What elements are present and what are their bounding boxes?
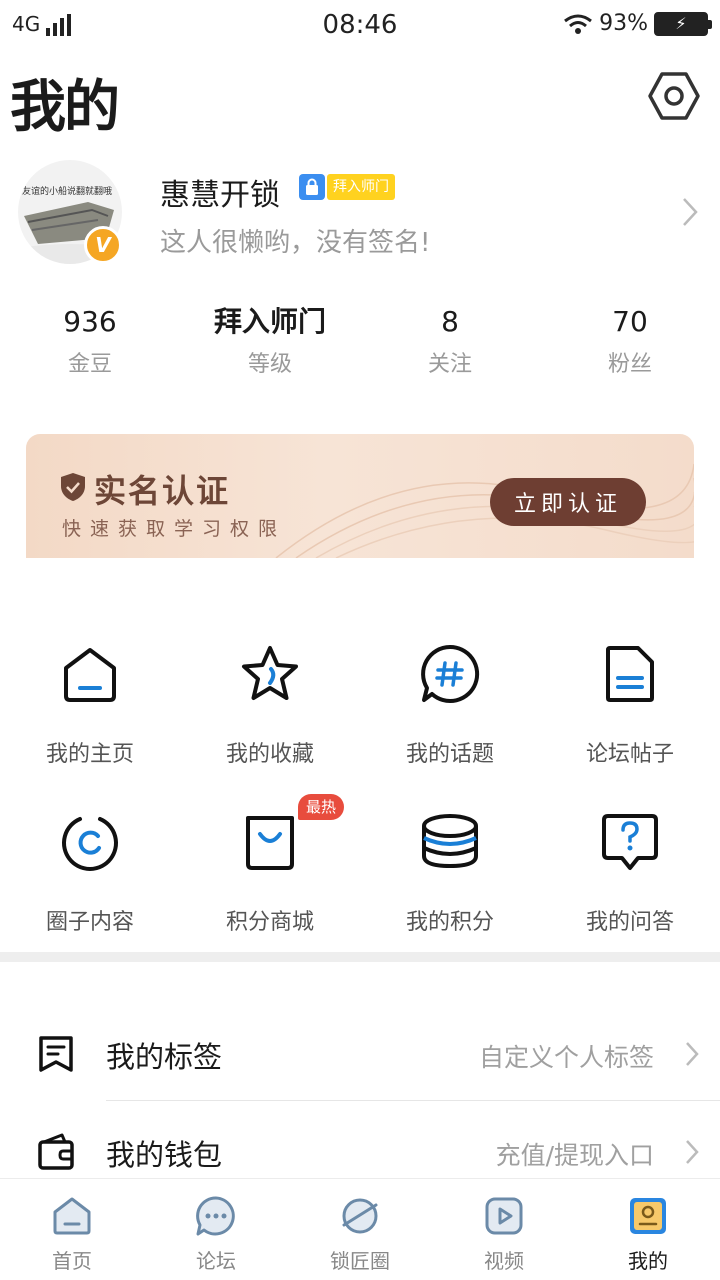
grid-label: 我的主页	[45, 742, 134, 767]
list-divider	[106, 1100, 720, 1101]
nav-label: 锁匠圈	[330, 1249, 390, 1273]
stat-value: 936	[63, 305, 117, 338]
nav-label: 我的	[628, 1249, 668, 1273]
grid-label: 我的问答	[585, 910, 674, 935]
stat-value: 70	[612, 305, 648, 338]
nav-video[interactable]: 视频	[432, 1179, 576, 1280]
nav-label: 视频	[484, 1249, 524, 1273]
list-hint: 自定义个人标签	[478, 1043, 654, 1072]
stat-label: 金豆	[67, 352, 112, 377]
chevron-right-icon	[686, 1140, 699, 1164]
stat-label: 关注	[427, 352, 472, 377]
hot-badge: 最热	[298, 794, 345, 820]
verified-v-badge: V	[84, 226, 122, 264]
grid-label: 我的积分	[405, 910, 494, 935]
verify-subtitle: 快速获取学习权限	[62, 518, 287, 540]
status-bar: 4G 08:46 93% ⚡	[0, 0, 720, 52]
section-divider	[0, 952, 720, 962]
home-nav-icon	[53, 1197, 91, 1235]
grid-label: 论坛帖子	[585, 742, 674, 767]
grid-item-my-homepage[interactable]: 我的主页	[0, 640, 180, 808]
grid-item-forum-posts[interactable]: 论坛帖子	[540, 640, 720, 808]
lock-icon	[299, 174, 325, 200]
planet-nav-icon	[342, 1198, 378, 1234]
grid-label: 我的话题	[405, 742, 494, 767]
verify-banner[interactable]: 实名认证 快速获取学习权限 立即认证	[26, 434, 694, 558]
grid-item-my-topics[interactable]: 我的话题	[360, 640, 540, 808]
level-tag: 拜入师门	[327, 174, 395, 200]
username: 惠慧开锁	[160, 178, 280, 213]
star-icon	[242, 646, 298, 700]
wifi-icon	[564, 14, 593, 34]
list-hint: 充值/提现入口	[495, 1141, 654, 1170]
grid-label: 圈子内容	[45, 910, 134, 935]
chevron-right-icon	[686, 1042, 699, 1066]
stat-label: 等级	[247, 352, 292, 377]
nav-home[interactable]: 首页	[0, 1179, 144, 1280]
verify-now-button[interactable]: 立即认证	[490, 478, 646, 526]
circle-icon	[62, 817, 118, 871]
video-nav-icon	[485, 1197, 523, 1235]
grid-item-my-points[interactable]: 我的积分	[360, 808, 540, 976]
shield-check-icon	[61, 473, 85, 501]
signature: 这人很懒哟，没有签名!	[160, 228, 431, 258]
stat-value: 8	[441, 305, 459, 338]
grid-item-my-qa[interactable]: 我的问答	[540, 808, 720, 976]
question-bubble-icon	[602, 814, 658, 870]
shopping-bag-icon	[246, 816, 294, 870]
stat-followers[interactable]: 70 粉丝	[540, 300, 720, 378]
chevron-right-icon[interactable]	[680, 196, 700, 228]
stat-following[interactable]: 8 关注	[360, 300, 540, 378]
stat-level[interactable]: 拜入师门 等级	[180, 300, 360, 378]
document-icon	[606, 646, 654, 702]
grid-label: 积分商城	[225, 910, 314, 935]
feature-grid: 我的主页 我的收藏 我的话题 论坛帖子 圈子内容 最热 积分商城 我的积分 我的…	[0, 640, 720, 976]
home-icon	[64, 648, 116, 702]
battery-percent: 93%	[599, 11, 648, 36]
battery-icon: ⚡	[654, 11, 712, 36]
chat-nav-icon	[196, 1196, 235, 1236]
list-item-my-tags[interactable]: 我的标签 自定义个人标签	[0, 1004, 720, 1100]
tag-note-icon	[39, 1036, 73, 1072]
stat-gold-beans[interactable]: 936 金豆	[0, 300, 180, 378]
stats-row: 936 金豆 拜入师门 等级 8 关注 70 粉丝	[0, 300, 720, 378]
stat-label: 粉丝	[607, 352, 652, 377]
wallet-icon	[38, 1133, 74, 1170]
topic-hash-icon	[421, 644, 480, 703]
nav-mine[interactable]: 我的	[576, 1179, 720, 1280]
verify-title: 实名认证	[94, 472, 231, 510]
stat-value: 拜入师门	[213, 305, 326, 338]
list-label: 我的钱包	[106, 1138, 223, 1172]
grid-item-my-favorites[interactable]: 我的收藏	[180, 640, 360, 808]
nav-locksmith-circle[interactable]: 锁匠圈	[288, 1179, 432, 1280]
list-label: 我的标签	[106, 1040, 223, 1074]
nav-forum[interactable]: 论坛	[144, 1179, 288, 1280]
nav-label: 论坛	[196, 1249, 236, 1273]
page-title: 我的	[10, 75, 120, 140]
hexagon-settings-icon[interactable]	[648, 70, 700, 122]
grid-label: 我的收藏	[225, 742, 314, 767]
grid-item-points-mall[interactable]: 最热 积分商城	[180, 794, 360, 976]
nav-label: 首页	[52, 1249, 92, 1273]
profile-nav-icon	[630, 1198, 666, 1234]
coins-stack-icon	[422, 814, 478, 869]
grid-item-circle-content[interactable]: 圈子内容	[0, 808, 180, 976]
bottom-nav: 首页 论坛 锁匠圈 视频 我的	[0, 1178, 720, 1280]
